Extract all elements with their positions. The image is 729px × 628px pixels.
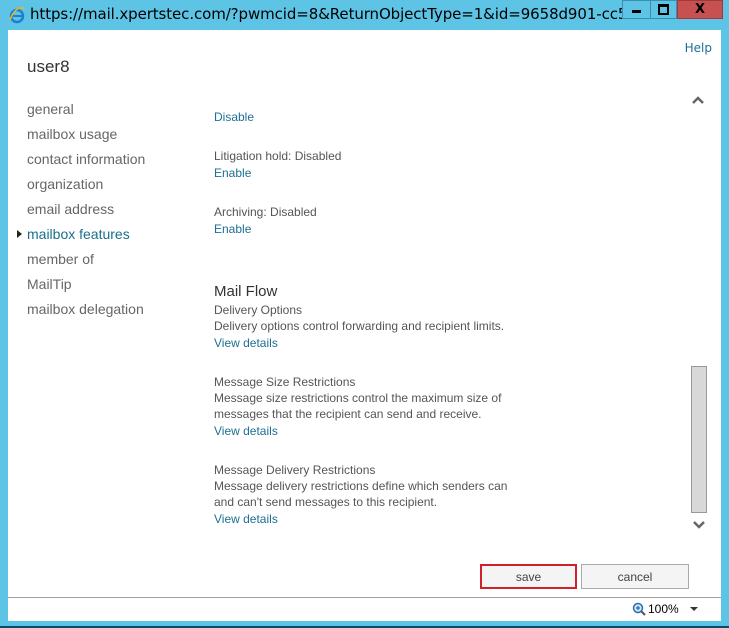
nav-item-mailtip[interactable]: MailTip xyxy=(27,275,145,300)
nav-item-member-of[interactable]: member of xyxy=(27,250,145,275)
maximize-button[interactable] xyxy=(650,0,677,19)
nav-item-contact-information[interactable]: contact information xyxy=(27,150,145,175)
nav-item-label: email address xyxy=(27,201,115,217)
message-delivery-restrictions-section: Message Delivery Restrictions Message de… xyxy=(214,462,674,528)
help-link[interactable]: Help xyxy=(685,41,712,55)
window-title: https://mail.xpertstec.com/?pwmcid=8&Ret… xyxy=(30,5,700,23)
maximize-icon xyxy=(658,4,669,15)
delivery-options-view-details-link[interactable]: View details xyxy=(214,335,278,351)
section-description: Delivery options control forwarding and … xyxy=(214,319,505,333)
internet-explorer-icon xyxy=(9,7,25,24)
section-title: Message Delivery Restrictions xyxy=(214,463,376,477)
nav-item-email-address[interactable]: email address xyxy=(27,200,145,225)
nav-item-label: contact information xyxy=(27,151,146,167)
mailbox-features-panel: Disable Litigation hold: Disabled Enable… xyxy=(214,108,674,528)
litigation-hold-status: Litigation hold: Disabled xyxy=(214,149,342,163)
archiving-enable-link[interactable]: Enable xyxy=(214,221,251,237)
section-description: messages that the recipient can send and… xyxy=(214,407,482,421)
zoom-level[interactable]: 100% xyxy=(648,602,679,616)
nav-item-label: organization xyxy=(27,176,104,192)
save-button[interactable]: save xyxy=(480,564,577,589)
message-delivery-view-details-link[interactable]: View details xyxy=(214,511,278,527)
nav-item-mailbox-features[interactable]: mailbox features xyxy=(17,225,145,250)
disable-link[interactable]: Disable xyxy=(214,109,254,125)
section-description: Message delivery restrictions define whi… xyxy=(214,479,508,493)
selected-arrow-icon xyxy=(17,230,22,238)
section-title: Message Size Restrictions xyxy=(214,375,356,389)
nav-item-label: MailTip xyxy=(27,276,72,292)
zoom-dropdown-icon[interactable] xyxy=(690,607,698,611)
minimize-icon xyxy=(632,9,641,13)
nav-item-organization[interactable]: organization xyxy=(27,175,145,200)
scrollbar-thumb[interactable] xyxy=(691,366,707,513)
minimize-button[interactable] xyxy=(622,0,651,19)
cancel-button[interactable]: cancel xyxy=(581,564,689,589)
delivery-options-section: Delivery Options Delivery options contro… xyxy=(214,302,674,352)
dialog-content: Help user8 general mailbox usage contact… xyxy=(8,30,721,597)
scroll-down-icon[interactable] xyxy=(692,519,706,531)
nav-item-label: mailbox usage xyxy=(27,126,118,142)
section-title: Delivery Options xyxy=(214,303,303,317)
close-button[interactable]: X xyxy=(677,0,723,19)
scroll-up-icon[interactable] xyxy=(691,94,705,106)
nav-item-label: general xyxy=(27,101,74,117)
nav-item-mailbox-delegation[interactable]: mailbox delegation xyxy=(27,300,145,325)
nav-item-label: mailbox features xyxy=(27,226,130,242)
nav-item-mailbox-usage[interactable]: mailbox usage xyxy=(27,125,145,150)
section-description: and can't send messages to this recipien… xyxy=(214,495,438,509)
title-bar: https://mail.xpertstec.com/?pwmcid=8&Ret… xyxy=(0,0,729,30)
page-title: user8 xyxy=(27,57,70,76)
zoom-icon[interactable] xyxy=(632,602,646,616)
section-description: Message size restrictions control the ma… xyxy=(214,391,502,405)
message-size-restrictions-section: Message Size Restrictions Message size r… xyxy=(214,374,674,440)
nav-item-general[interactable]: general xyxy=(27,100,145,125)
sidebar-nav: general mailbox usage contact informatio… xyxy=(17,100,145,325)
message-size-view-details-link[interactable]: View details xyxy=(214,423,278,439)
mail-flow-heading: Mail Flow xyxy=(214,283,278,300)
archiving-status: Archiving: Disabled xyxy=(214,205,317,219)
litigation-hold-enable-link[interactable]: Enable xyxy=(214,165,251,181)
status-bar: 100% xyxy=(8,597,721,621)
nav-item-label: mailbox delegation xyxy=(27,301,144,317)
save-button-label: save xyxy=(515,569,542,584)
close-icon: X xyxy=(694,2,706,17)
cancel-button-label: cancel xyxy=(617,569,653,584)
nav-item-label: member of xyxy=(27,251,94,267)
